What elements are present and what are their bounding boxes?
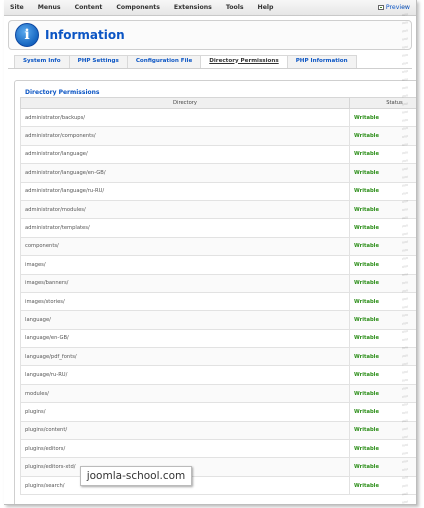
info-icon: i [15, 23, 39, 47]
directory-cell: language/ru-RU/ [20, 365, 350, 385]
directory-cell: administrator/language/en-GB/ [20, 163, 350, 183]
directory-cell: plugins/editors/ [20, 439, 350, 459]
table-row: administrator/backups/Writable [20, 107, 416, 128]
tab-configuration-file[interactable]: Configuration File [126, 55, 202, 68]
directory-cell: administrator/language/ [20, 144, 350, 165]
directory-cell: language/en-GB/ [20, 328, 350, 349]
table-row: administrator/language/ru-RU/Writable [20, 181, 416, 201]
page-header: i Information [8, 20, 412, 50]
table-row: administrator/language/Writable [20, 144, 416, 165]
directory-cell: plugins/ [20, 402, 350, 422]
table-row: components/Writable [20, 236, 416, 257]
permissions-table: Directory Status administrator/backups/W… [20, 97, 416, 496]
table-row: images/banners/Writable [20, 273, 416, 293]
menu-tools[interactable]: Tools [220, 4, 252, 11]
directory-cell: modules/ [20, 383, 350, 404]
directory-cell: administrator/components/ [20, 126, 350, 146]
table-row: administrator/language/en-GB/Writable [20, 163, 416, 183]
table-row: administrator/components/Writable [20, 126, 416, 146]
table-row: language/pdf_fonts/Writable [20, 347, 416, 367]
menu-site[interactable]: Site [4, 4, 32, 11]
directory-cell: administrator/modules/ [20, 199, 350, 220]
panel-legend: Directory Permissions [23, 89, 102, 96]
column-header-directory: Directory [20, 97, 350, 109]
tab-php-settings[interactable]: PHP Settings [68, 55, 128, 68]
watermark-label: joomla-school.com [80, 466, 192, 486]
directory-cell: components/ [20, 236, 350, 257]
table-row: language/ru-RU/Writable [20, 365, 416, 385]
directory-cell: language/pdf_fonts/ [20, 347, 350, 367]
directory-permissions-panel: Directory Permissions Directory Status a… [14, 80, 416, 504]
preview-link[interactable]: Preview [377, 4, 416, 11]
torn-edge-decoration [402, 0, 408, 504]
table-row: images/stories/Writable [20, 291, 416, 312]
table-row: modules/Writable [20, 383, 416, 404]
directory-cell: language/ [20, 310, 350, 330]
table-row: plugins/editors/Writable [20, 439, 416, 459]
tab-php-information[interactable]: PHP Information [286, 55, 357, 68]
menu-extensions[interactable]: Extensions [168, 4, 220, 11]
directory-cell: images/ [20, 255, 350, 275]
tab-directory-permissions[interactable]: Directory Permissions [200, 55, 288, 68]
directory-cell: images/stories/ [20, 291, 350, 312]
directory-cell: administrator/templates/ [20, 218, 350, 238]
top-menubar: Site Menus Content Components Extensions… [4, 0, 416, 16]
table-row: language/Writable [20, 310, 416, 330]
table-row: language/en-GB/Writable [20, 328, 416, 349]
menu-help[interactable]: Help [252, 4, 282, 11]
info-tabs: System Info PHP Settings Configuration F… [8, 55, 412, 69]
table-row: plugins/content/Writable [20, 420, 416, 441]
table-row: plugins/Writable [20, 402, 416, 422]
directory-cell: images/banners/ [20, 273, 350, 293]
menu-menus[interactable]: Menus [32, 4, 69, 11]
page-title: Information [45, 28, 125, 42]
table-row: administrator/templates/Writable [20, 218, 416, 238]
table-row: images/Writable [20, 255, 416, 275]
directory-cell: administrator/language/ru-RU/ [20, 181, 350, 201]
permissions-table-body: administrator/backups/Writable administra… [20, 107, 416, 496]
preview-icon [377, 5, 384, 10]
tab-system-info[interactable]: System Info [14, 55, 70, 68]
menu-components[interactable]: Components [110, 4, 168, 11]
menu-content[interactable]: Content [69, 4, 111, 11]
table-header-row: Directory Status [20, 97, 416, 109]
screenshot-frame: Site Menus Content Components Extensions… [4, 0, 417, 505]
directory-cell: administrator/backups/ [20, 107, 350, 128]
table-row: administrator/modules/Writable [20, 199, 416, 220]
directory-cell: plugins/content/ [20, 420, 350, 441]
